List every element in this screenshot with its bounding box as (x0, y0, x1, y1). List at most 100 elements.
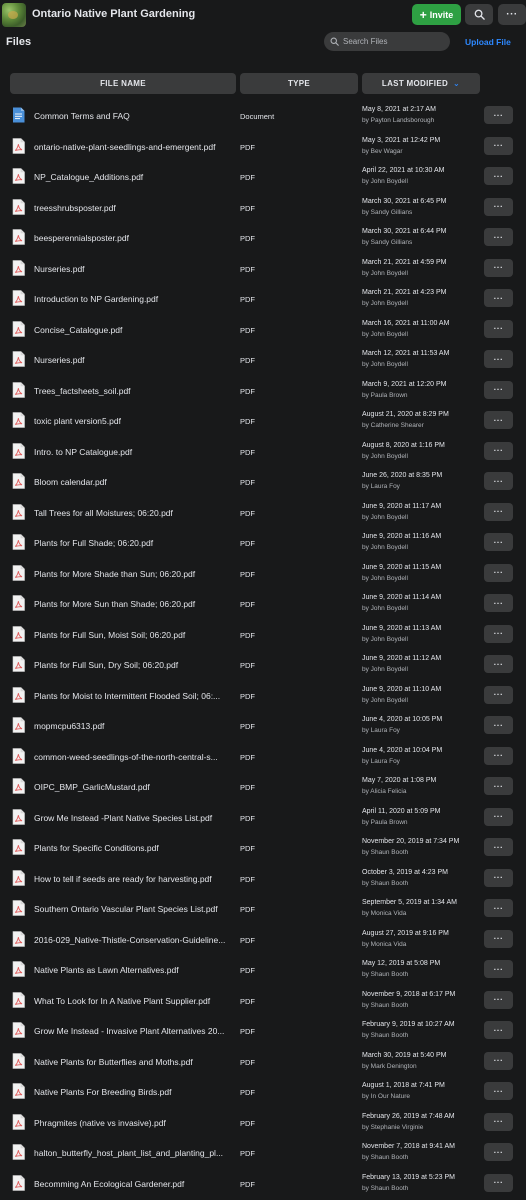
file-modified-by[interactable]: by In Our Nature (362, 1093, 410, 1100)
file-modified-by[interactable]: by John Boydell (362, 178, 408, 185)
file-name-link[interactable]: Grow Me Instead - Invasive Plant Alterna… (34, 1026, 236, 1036)
file-modified-by[interactable]: by John Boydell (362, 544, 408, 551)
more-options-button[interactable]: ··· (498, 4, 526, 25)
file-options-button[interactable]: ··· (484, 929, 513, 948)
file-row[interactable]: OIPC_BMP_GarlicMustard.pdf PDF May 7, 2020… (0, 771, 526, 802)
column-header-file-name[interactable]: FILE NAME (10, 73, 236, 94)
file-options-button[interactable]: ··· (484, 136, 513, 155)
file-row[interactable]: Plants for Specific Conditions.pdf PDF Nov… (0, 832, 526, 863)
file-modified-by[interactable]: by Sandy Gillians (362, 209, 412, 216)
file-row[interactable]: Grow Me Instead -Plant Native Species Li… (0, 802, 526, 833)
file-name-link[interactable]: Native Plants For Breeding Birds.pdf (34, 1087, 236, 1097)
file-options-button[interactable]: ··· (484, 899, 513, 917)
file-name-link[interactable]: Plants for More Shade than Sun; 06:20.pd… (34, 569, 236, 579)
file-row[interactable]: Plants for Full Sun, Moist Soil; 06:20.p… (0, 619, 526, 650)
file-name-link[interactable]: treesshrubsposter.pdf (34, 203, 236, 213)
file-modified-by[interactable]: by Shaun Booth (362, 1185, 408, 1192)
search-files-box[interactable] (324, 32, 450, 51)
file-modified-by[interactable]: by Shaun Booth (362, 880, 408, 887)
file-row[interactable]: NP_Catalogue_Additions.pdf PDF April 22, 2… (0, 161, 526, 192)
file-row[interactable]: toxic plant version5.pdf PDF August 21, 20… (0, 405, 526, 436)
file-row[interactable]: Introduction to NP Gardening.pdf PDF March… (0, 283, 526, 314)
file-name-link[interactable]: Native Plants as Lawn Alternatives.pdf (34, 965, 236, 975)
file-name-link[interactable]: Plants for Full Shade; 06:20.pdf (34, 538, 236, 548)
file-modified-by[interactable]: by Laura Foy (362, 483, 400, 490)
file-modified-by[interactable]: by Payton Landsborough (362, 117, 434, 124)
file-name-link[interactable]: halton_butterfly_host_plant_list_and_pla… (34, 1148, 236, 1158)
file-row[interactable]: Common Terms and FAQ Document May 8, 2021 … (0, 100, 526, 131)
file-modified-by[interactable]: by John Boydell (362, 697, 408, 704)
file-row[interactable]: How to tell if seeds are ready for harve… (0, 863, 526, 894)
file-name-link[interactable]: How to tell if seeds are ready for harve… (34, 874, 236, 884)
file-options-button[interactable]: ··· (484, 563, 513, 582)
search-button[interactable] (465, 4, 493, 25)
file-options-button[interactable]: ··· (484, 716, 513, 734)
file-name-link[interactable]: Plants for Full Sun, Dry Soil; 06:20.pdf (34, 660, 236, 670)
file-options-button[interactable]: ··· (484, 197, 513, 216)
file-row[interactable]: Plants for More Shade than Sun; 06:20.pd… (0, 558, 526, 589)
file-modified-by[interactable]: by John Boydell (362, 605, 408, 612)
file-name-link[interactable]: ontario-native-plant-seedlings-and-emerg… (34, 142, 236, 152)
column-header-type[interactable]: TYPE (240, 73, 358, 94)
file-modified-by[interactable]: by John Boydell (362, 666, 408, 673)
file-row[interactable]: Plants for Full Shade; 06:20.pdf PDF June … (0, 527, 526, 558)
file-options-button[interactable]: ··· (484, 1051, 513, 1070)
search-files-input[interactable] (343, 37, 443, 46)
file-row[interactable]: What To Look for In A Native Plant Suppl… (0, 985, 526, 1016)
file-name-link[interactable]: common-weed-seedlings-of-the-north-centr… (34, 752, 236, 762)
file-modified-by[interactable]: by John Boydell (362, 575, 408, 582)
file-modified-by[interactable]: by Shaun Booth (362, 971, 408, 978)
file-options-button[interactable]: ··· (484, 441, 513, 460)
file-options-button[interactable]: ··· (484, 960, 513, 978)
file-options-button[interactable]: ··· (484, 1143, 513, 1161)
file-name-link[interactable]: Native Plants for Butterflies and Moths.… (34, 1057, 236, 1067)
file-options-button[interactable]: ··· (484, 1112, 513, 1131)
file-row[interactable]: beesperennialsposter.pdf PDF March 30, 202… (0, 222, 526, 253)
file-options-button[interactable]: ··· (484, 380, 513, 399)
file-options-button[interactable]: ··· (484, 1173, 513, 1192)
file-modified-by[interactable]: by Stephanie Virginie (362, 1124, 423, 1131)
file-row[interactable]: Becomming An Ecological Gardener.pdf PDF F… (0, 1168, 526, 1199)
file-options-button[interactable]: ··· (484, 1082, 513, 1100)
file-name-link[interactable]: OIPC_BMP_GarlicMustard.pdf (34, 782, 236, 792)
file-row[interactable]: Native Plants as Lawn Alternatives.pdf PD… (0, 954, 526, 985)
file-row[interactable]: Nurseries.pdf PDF March 12, 2021 at 11:53 … (0, 344, 526, 375)
file-modified-by[interactable]: by Alicia Felicia (362, 788, 406, 795)
file-row[interactable]: Plants for Full Sun, Dry Soil; 06:20.pdf… (0, 649, 526, 680)
file-row[interactable]: 2016-029_Native-Thistle-Conservation-Gui… (0, 924, 526, 955)
file-options-button[interactable]: ··· (484, 106, 513, 124)
file-modified-by[interactable]: by Catherine Shearer (362, 422, 424, 429)
file-options-button[interactable]: ··· (484, 533, 513, 551)
file-options-button[interactable]: ··· (484, 624, 513, 643)
file-options-button[interactable]: ··· (484, 807, 513, 826)
file-name-link[interactable]: What To Look for In A Native Plant Suppl… (34, 996, 236, 1006)
file-modified-by[interactable]: by Bev Wagar (362, 148, 403, 155)
file-options-button[interactable]: ··· (484, 594, 513, 612)
file-row[interactable]: Grow Me Instead - Invasive Plant Alterna… (0, 1015, 526, 1046)
column-header-last-modified[interactable]: LAST MODIFIED ⌄ (362, 73, 480, 94)
file-options-button[interactable]: ··· (484, 685, 513, 704)
file-row[interactable]: Bloom calendar.pdf PDF June 26, 2020 at 8:… (0, 466, 526, 497)
file-name-link[interactable]: Tall Trees for all Moistures; 06:20.pdf (34, 508, 236, 518)
file-modified-by[interactable]: by Laura Foy (362, 727, 400, 734)
file-options-button[interactable]: ··· (484, 990, 513, 1009)
file-row[interactable]: halton_butterfly_host_plant_list_and_pla… (0, 1137, 526, 1168)
file-row[interactable]: Intro. to NP Catalogue.pdf PDF August 8, 2… (0, 436, 526, 467)
file-name-link[interactable]: Plants for Full Sun, Moist Soil; 06:20.p… (34, 630, 236, 640)
file-modified-by[interactable]: by John Boydell (362, 514, 408, 521)
file-row[interactable]: Plants for More Sun than Shade; 06:20.pd… (0, 588, 526, 619)
file-name-link[interactable]: Grow Me Instead -Plant Native Species Li… (34, 813, 236, 823)
file-row[interactable]: ontario-native-plant-seedlings-and-emerg… (0, 131, 526, 162)
file-modified-by[interactable]: by Shaun Booth (362, 1154, 408, 1161)
file-row[interactable]: Native Plants For Breeding Birds.pdf PDF A… (0, 1076, 526, 1107)
file-name-link[interactable]: Becomming An Ecological Gardener.pdf (34, 1179, 236, 1189)
file-options-button[interactable]: ··· (484, 258, 513, 277)
file-modified-by[interactable]: by Monica Vida (362, 910, 406, 917)
file-name-link[interactable]: Plants for More Sun than Shade; 06:20.pd… (34, 599, 236, 609)
file-options-button[interactable]: ··· (484, 411, 513, 429)
file-row[interactable]: Phragmites (native vs invasive).pdf PDF Fe… (0, 1107, 526, 1138)
file-options-button[interactable]: ··· (484, 167, 513, 185)
file-name-link[interactable]: Common Terms and FAQ (34, 111, 236, 121)
file-name-link[interactable]: Plants for Specific Conditions.pdf (34, 843, 236, 853)
file-modified-by[interactable]: by John Boydell (362, 300, 408, 307)
